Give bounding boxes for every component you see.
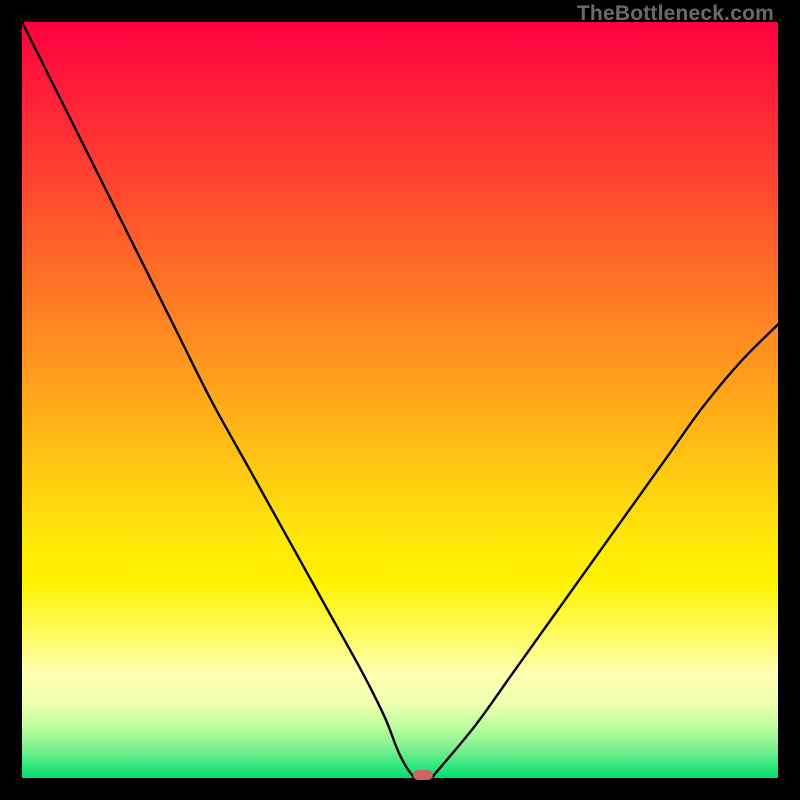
bottleneck-curve: [22, 22, 778, 778]
watermark-text: TheBottleneck.com: [577, 2, 774, 26]
curve-svg: [22, 22, 778, 778]
minimum-marker: [413, 770, 433, 780]
plot-area: [22, 22, 778, 778]
chart-frame: TheBottleneck.com: [0, 0, 800, 800]
